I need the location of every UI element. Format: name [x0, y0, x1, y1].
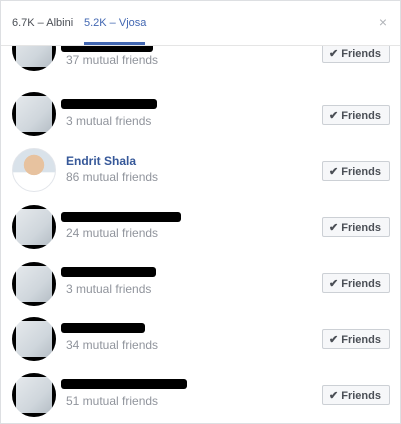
list-item: 37 mutual friends ✔ Friends: [1, 45, 400, 93]
avatar[interactable]: [12, 45, 56, 71]
redacted-name: [61, 99, 157, 109]
friends-button-label: Friends: [341, 166, 381, 178]
checkmark-icon: ✔: [329, 278, 339, 290]
checkmark-icon: ✔: [329, 48, 339, 60]
mutual-friends-count: 37 mutual friends: [66, 53, 159, 67]
avatar[interactable]: [12, 317, 56, 361]
tab-albini[interactable]: 6.7K – Albini: [12, 1, 73, 45]
friends-button-label: Friends: [341, 222, 381, 234]
close-icon[interactable]: ×: [376, 15, 390, 29]
friends-button-label: Friends: [341, 110, 381, 122]
friends-button-label: Friends: [341, 334, 381, 346]
tab-vjosa[interactable]: 5.2K – Vjosa: [84, 1, 146, 45]
friends-button[interactable]: ✔ Friends: [322, 45, 390, 63]
redacted-name: [61, 267, 156, 277]
mutual-friends-count: 24 mutual friends: [66, 226, 159, 240]
redacted-name: [61, 323, 145, 333]
checkmark-icon: ✔: [329, 166, 339, 178]
checkmark-icon: ✔: [329, 222, 339, 234]
mutual-friends-count: 3 mutual friends: [66, 114, 152, 128]
friends-list[interactable]: 37 mutual friends ✔ Friends 3 mutual frie…: [1, 45, 400, 423]
avatar[interactable]: [12, 373, 56, 417]
friends-dialog: 6.7K – Albini 5.2K – Vjosa × 37 mutual f…: [0, 0, 401, 424]
list-item: 3 mutual friends ✔ Friends: [1, 92, 400, 149]
friends-button[interactable]: ✔ Friends: [322, 105, 390, 125]
friends-button[interactable]: ✔ Friends: [322, 217, 390, 237]
list-item: 3 mutual friends ✔ Friends: [1, 261, 400, 317]
mutual-friends-count: 3 mutual friends: [66, 282, 152, 296]
friend-name[interactable]: Endrit Shala: [66, 154, 136, 168]
friends-button[interactable]: ✔ Friends: [322, 161, 390, 181]
checkmark-icon: ✔: [329, 334, 339, 346]
mutual-friends-count: 34 mutual friends: [66, 338, 159, 352]
redacted-name: [61, 45, 153, 52]
friends-button-label: Friends: [341, 48, 381, 60]
list-item: Endrit Shala 86 mutual friends ✔ Friends: [1, 148, 400, 205]
avatar[interactable]: [12, 148, 56, 192]
checkmark-icon: ✔: [329, 110, 339, 122]
avatar[interactable]: [12, 92, 56, 136]
friends-button[interactable]: ✔ Friends: [322, 385, 390, 405]
friends-button[interactable]: ✔ Friends: [322, 273, 390, 293]
redacted-name: [61, 212, 181, 222]
list-item: 24 mutual friends ✔ Friends: [1, 205, 400, 261]
friends-button-label: Friends: [341, 390, 381, 402]
active-tab-indicator: [84, 42, 145, 45]
list-item: 34 mutual friends ✔ Friends: [1, 317, 400, 373]
friends-button[interactable]: ✔ Friends: [322, 329, 390, 349]
checkmark-icon: ✔: [329, 390, 339, 402]
avatar[interactable]: [12, 205, 56, 249]
mutual-friends-count: 51 mutual friends: [66, 394, 159, 408]
avatar[interactable]: [12, 262, 56, 306]
list-item: 51 mutual friends ✔ Friends: [1, 373, 400, 423]
dialog-header: 6.7K – Albini 5.2K – Vjosa ×: [1, 1, 400, 46]
mutual-friends-count: 86 mutual friends: [66, 170, 159, 184]
redacted-name: [61, 379, 187, 389]
friends-button-label: Friends: [341, 278, 381, 290]
